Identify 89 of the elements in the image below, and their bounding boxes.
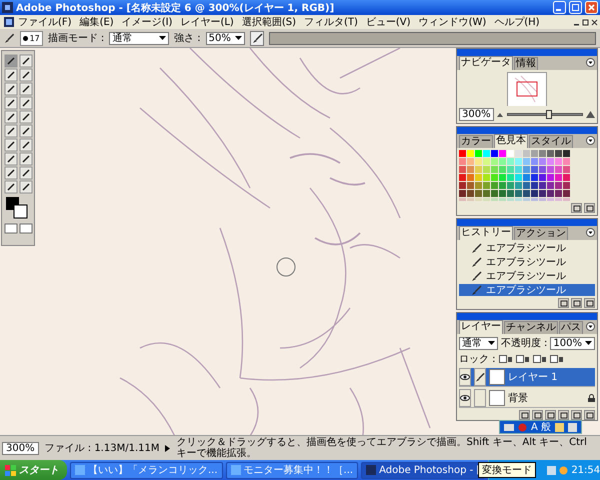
- opacity-label: 不透明度 :: [500, 336, 548, 350]
- panel-menu-icon[interactable]: [586, 322, 595, 331]
- brush-icon: [471, 256, 482, 268]
- input-mode-indicator[interactable]: A 般: [530, 420, 551, 434]
- app-icon: [366, 465, 376, 475]
- lock-checkbox[interactable]: [498, 354, 513, 364]
- panel-tab[interactable]: 色見本: [494, 134, 528, 148]
- zoom-out-icon[interactable]: [496, 111, 504, 118]
- taskbar-button[interactable]: 【いい】「メランコリック...: [70, 462, 223, 478]
- app-icon: [230, 465, 241, 475]
- document-icon: [4, 17, 14, 27]
- tool-preset-icon: [4, 32, 15, 44]
- lock-checkbox[interactable]: [516, 354, 530, 364]
- brush-cursor-icon: [276, 257, 296, 277]
- zoom-slider[interactable]: [506, 113, 583, 116]
- panel-menu-icon[interactable]: [586, 228, 595, 237]
- zoom-in-icon[interactable]: [586, 110, 595, 119]
- strength-label: 強さ :: [174, 32, 201, 45]
- history-item[interactable]: エアブラシツール: [459, 242, 595, 254]
- menu-item[interactable]: レイヤー(L): [176, 15, 238, 29]
- brush-tip-icon: [22, 36, 28, 40]
- menu-item[interactable]: ビュー(V): [362, 15, 415, 29]
- restore-icon[interactable]: [582, 18, 589, 26]
- lock-checkbox[interactable]: [532, 354, 547, 364]
- history-item[interactable]: エアブラシツール: [459, 284, 595, 296]
- caret-icon: [234, 36, 242, 40]
- caret-icon: [159, 36, 166, 40]
- swatch-grid[interactable]: [459, 150, 571, 201]
- navigator-thumbnail: [507, 72, 547, 106]
- airbrush-toggle[interactable]: [250, 30, 264, 46]
- zoom-field[interactable]: 300%: [459, 108, 494, 121]
- panel-tab[interactable]: カラー: [459, 135, 493, 148]
- opacity-dropdown[interactable]: 100%: [550, 336, 595, 350]
- brush-icon: [252, 32, 263, 44]
- mode-dropdown[interactable]: 通常: [109, 32, 170, 44]
- brush-icon: [471, 242, 482, 254]
- menu-item[interactable]: ファイル(F): [14, 15, 76, 29]
- start-button[interactable]: スタート: [0, 460, 67, 480]
- taskbar-button[interactable]: モニター募集中！！［...: [226, 462, 358, 478]
- panel-tab[interactable]: ヒストリー: [459, 226, 513, 240]
- zoom-field[interactable]: 300%: [2, 442, 39, 454]
- app-icon: [75, 465, 85, 475]
- status-menu-arrow-icon[interactable]: [165, 444, 170, 452]
- brush-picker[interactable]: 17: [20, 30, 43, 46]
- brush-icon: [471, 284, 482, 296]
- layer-row[interactable]: レイヤー 1: [459, 368, 595, 387]
- panel-tab[interactable]: 情報: [514, 57, 538, 70]
- menu-item[interactable]: 編集(E): [76, 15, 118, 29]
- menu-item[interactable]: ヘルプ(H): [490, 15, 544, 29]
- lock-label: ロック :: [459, 353, 496, 366]
- brush-icon: [475, 372, 485, 382]
- panel-menu-icon[interactable]: [586, 136, 595, 145]
- panel-tab[interactable]: パス: [559, 321, 583, 334]
- maximize-button[interactable]: [569, 1, 582, 14]
- caret-icon: [585, 341, 592, 345]
- panel-tab[interactable]: ナビゲータ: [459, 56, 513, 70]
- app-icon: [2, 2, 13, 13]
- history-item[interactable]: エアブラシツール: [459, 270, 595, 282]
- menu-item[interactable]: 選択範囲(S): [238, 15, 300, 29]
- brush-icon: [471, 270, 482, 282]
- file-info: ファイル : 1.13M/1.11M: [44, 442, 160, 455]
- panel-menu-icon[interactable]: [586, 58, 595, 67]
- strength-dropdown[interactable]: 50%: [206, 32, 245, 44]
- layer-thumbnail: [489, 369, 505, 385]
- layer-row[interactable]: 背景: [459, 389, 595, 408]
- tooltip-label: 変換モード: [478, 462, 536, 478]
- mode-label: 描画モード :: [48, 32, 104, 45]
- lock-checkbox[interactable]: [550, 354, 564, 364]
- caret-icon: [488, 341, 495, 345]
- history-item[interactable]: エアブラシツール: [459, 256, 595, 268]
- eye-icon[interactable]: [460, 374, 470, 380]
- tool-hint: クリック＆ドラッグすると、描画色を使ってエアブラシで描画。Shift キー、Alt キー、Ctrl キーで機能拡張。: [176, 437, 588, 459]
- eye-icon[interactable]: [460, 395, 470, 401]
- panel-tab[interactable]: チャンネル: [504, 321, 558, 334]
- slider-thumb[interactable]: [546, 110, 552, 119]
- menu-item[interactable]: フィルタ(T): [300, 15, 362, 29]
- close-icon[interactable]: [591, 18, 598, 26]
- minimize-button[interactable]: [553, 1, 566, 14]
- menu-item[interactable]: イメージ(I): [118, 15, 176, 29]
- close-button[interactable]: [585, 1, 598, 14]
- window-title: Adobe Photoshop - [名称未設定 6 @ 300%(レイヤー 1, RGB)]: [16, 1, 336, 14]
- panel-tab[interactable]: レイヤー: [459, 320, 503, 334]
- panel-tab[interactable]: アクション: [514, 227, 568, 240]
- blend-mode-dropdown[interactable]: 通常: [459, 336, 498, 350]
- clock: 21:54: [571, 464, 600, 476]
- layer-thumbnail: [489, 390, 505, 406]
- menu-item[interactable]: ウィンドウ(W): [414, 15, 490, 29]
- windows-logo-icon: [5, 464, 16, 476]
- panel-tab[interactable]: スタイル: [529, 135, 573, 148]
